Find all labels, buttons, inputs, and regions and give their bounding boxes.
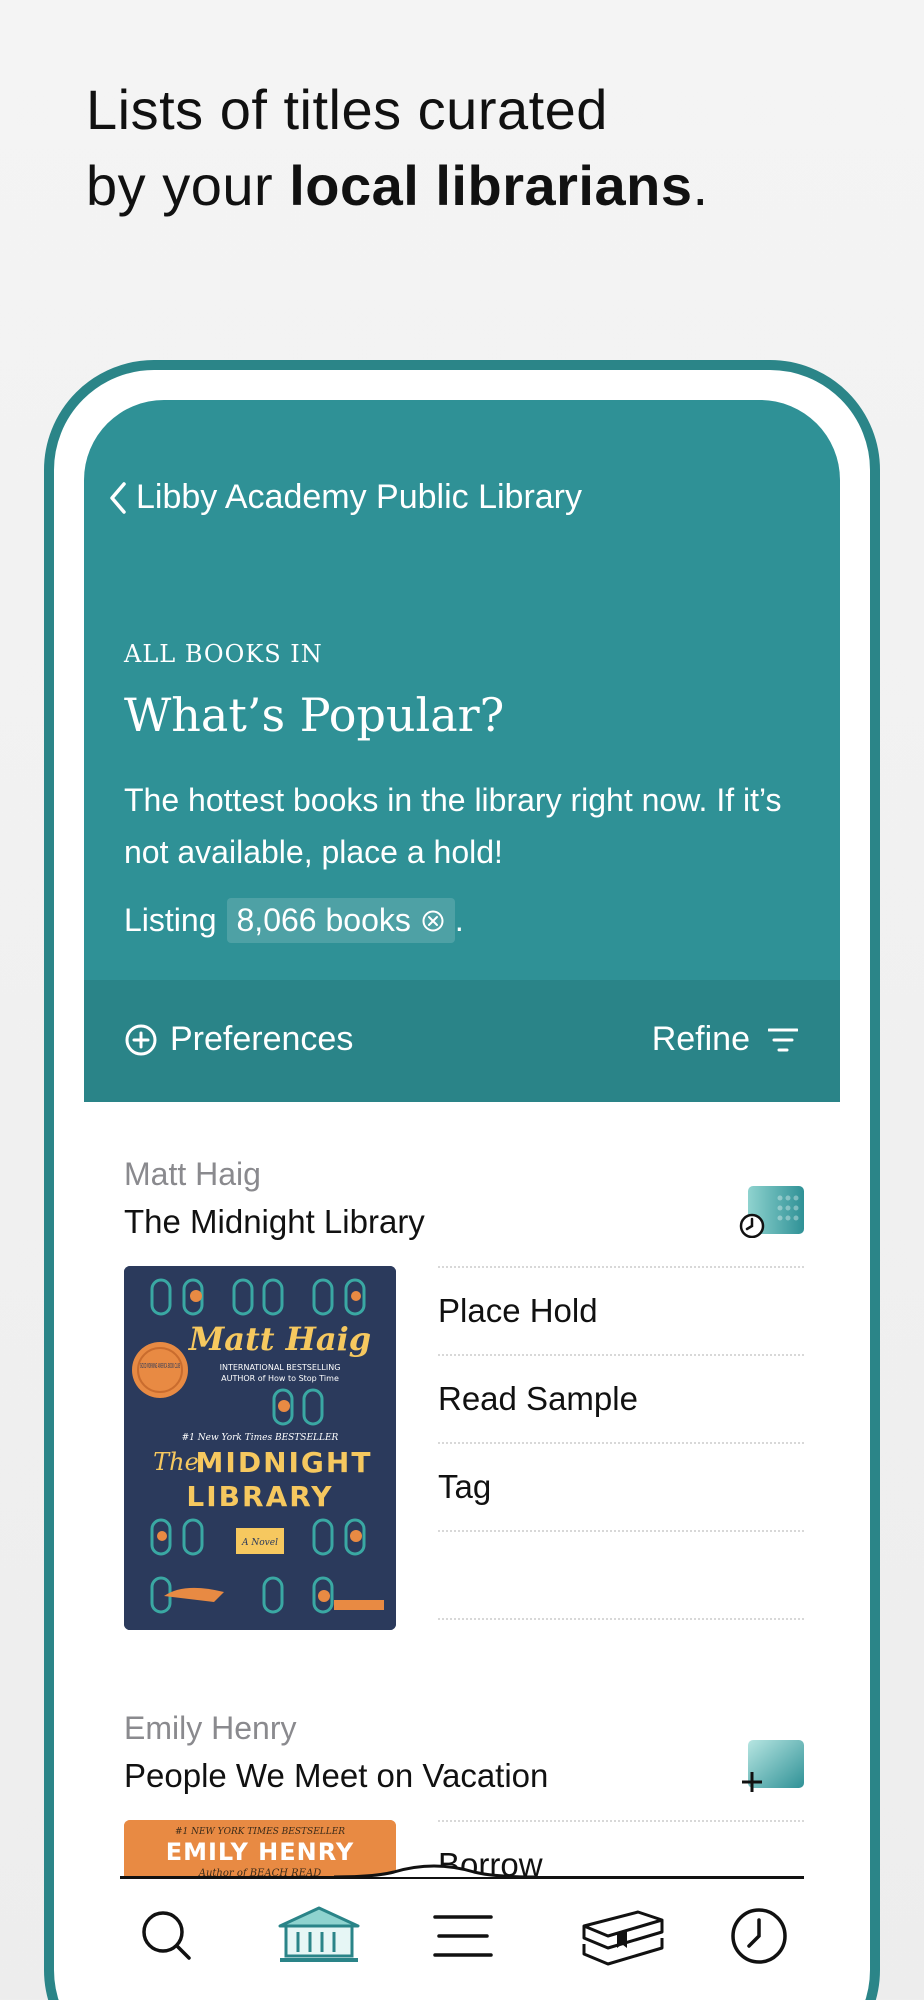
tab-bar [84, 1864, 840, 2000]
library-tab[interactable] [264, 1896, 374, 1976]
back-label: Libby Academy Public Library [136, 478, 583, 516]
list-header: Libby Academy Public Library ALL BOOKS I… [84, 400, 840, 980]
cover-tagline: #1 NEW YORK TIMES BESTSELLER [175, 1827, 345, 1837]
add-status-icon[interactable] [738, 1740, 804, 1792]
back-button[interactable]: Libby Academy Public Library [108, 478, 582, 517]
shelf-tab[interactable] [568, 1896, 678, 1976]
cover-art: GOOD MORNING AMERICA BOOK CLUB Matt Haig… [124, 1266, 396, 1630]
preferences-button[interactable]: Preferences [124, 1020, 353, 1059]
cover-tagline: #1 New York Times BESTSELLER [182, 1433, 339, 1443]
books-stack-icon [582, 1910, 664, 1966]
list-title: What’s Popular? [124, 688, 505, 742]
chevron-left-icon [110, 481, 126, 514]
cover-title-the: The [153, 1448, 199, 1476]
book-author: Matt Haig [124, 1156, 261, 1192]
count-value: 8,066 books [236, 902, 411, 938]
read-sample-button[interactable]: Read Sample [438, 1356, 804, 1444]
headline-line2-suffix: . [692, 154, 709, 217]
search-tab[interactable] [122, 1896, 212, 1976]
clear-circle-icon [422, 910, 444, 931]
list-description: The hottest books in the library right n… [124, 782, 782, 870]
promo-headline: Lists of titles curated by your local li… [86, 72, 866, 224]
cover-author: Matt Haig [188, 1320, 371, 1358]
headline-line2-bold: local librarians [289, 154, 693, 217]
headline-line1: Lists of titles curated [86, 78, 608, 141]
cover-author: EMILY HENRY [166, 1838, 355, 1866]
filter-lines-icon [768, 1028, 798, 1051]
book-actions: Place Hold Read Sample Tag [438, 1266, 804, 1620]
cover-title-line1: MIDNIGHT [196, 1446, 373, 1479]
count-chip[interactable]: 8,066 books [226, 898, 455, 943]
book-cover[interactable]: GOOD MORNING AMERICA BOOK CLUB Matt Haig… [124, 1266, 396, 1630]
tag-button[interactable]: Tag [438, 1444, 804, 1532]
refine-button[interactable]: Refine [652, 1020, 798, 1059]
cover-novel: A Novel [241, 1538, 278, 1548]
cover-blurb1: INTERNATIONAL BESTSELLING [220, 1363, 341, 1372]
listing-suffix: . [454, 902, 464, 938]
menu-icon [433, 1915, 493, 1957]
book-author: Emily Henry [124, 1710, 297, 1746]
empty-action-slot [438, 1532, 804, 1620]
book-item[interactable]: Matt Haig The Midnight Library GOOD MORN… [124, 1156, 804, 1630]
book-title[interactable]: The Midnight Library [124, 1203, 804, 1241]
cover-title-line2: LIBRARY [186, 1480, 333, 1513]
menu-tab[interactable] [418, 1896, 508, 1976]
listing-count: Listing 8,066 books . [124, 898, 464, 943]
headline-line2-prefix: by your [86, 154, 290, 217]
place-hold-button[interactable]: Place Hold [438, 1268, 804, 1356]
cover-badge: GOOD MORNING AMERICA BOOK CLUB [140, 1362, 180, 1370]
preferences-label: Preferences [170, 1020, 354, 1058]
tab-bar-notch [334, 1864, 534, 1878]
list-toolbar: Preferences Refine [84, 980, 840, 1102]
refine-label: Refine [651, 1020, 750, 1058]
cover-blurb2: AUTHOR of How to Stop Time [221, 1374, 339, 1383]
hold-status-icon[interactable] [738, 1186, 804, 1238]
book-title[interactable]: People We Meet on Vacation [124, 1757, 804, 1795]
clock-icon [731, 1908, 787, 1964]
plus-circle-icon [125, 1024, 157, 1055]
library-building-icon [278, 1906, 360, 1962]
listing-prefix: Listing [124, 902, 217, 938]
list-eyebrow: ALL BOOKS IN [124, 640, 323, 668]
timeline-tab[interactable] [714, 1896, 804, 1976]
search-icon [142, 1911, 191, 1960]
phone-screen: Libby Academy Public Library ALL BOOKS I… [84, 400, 840, 2000]
